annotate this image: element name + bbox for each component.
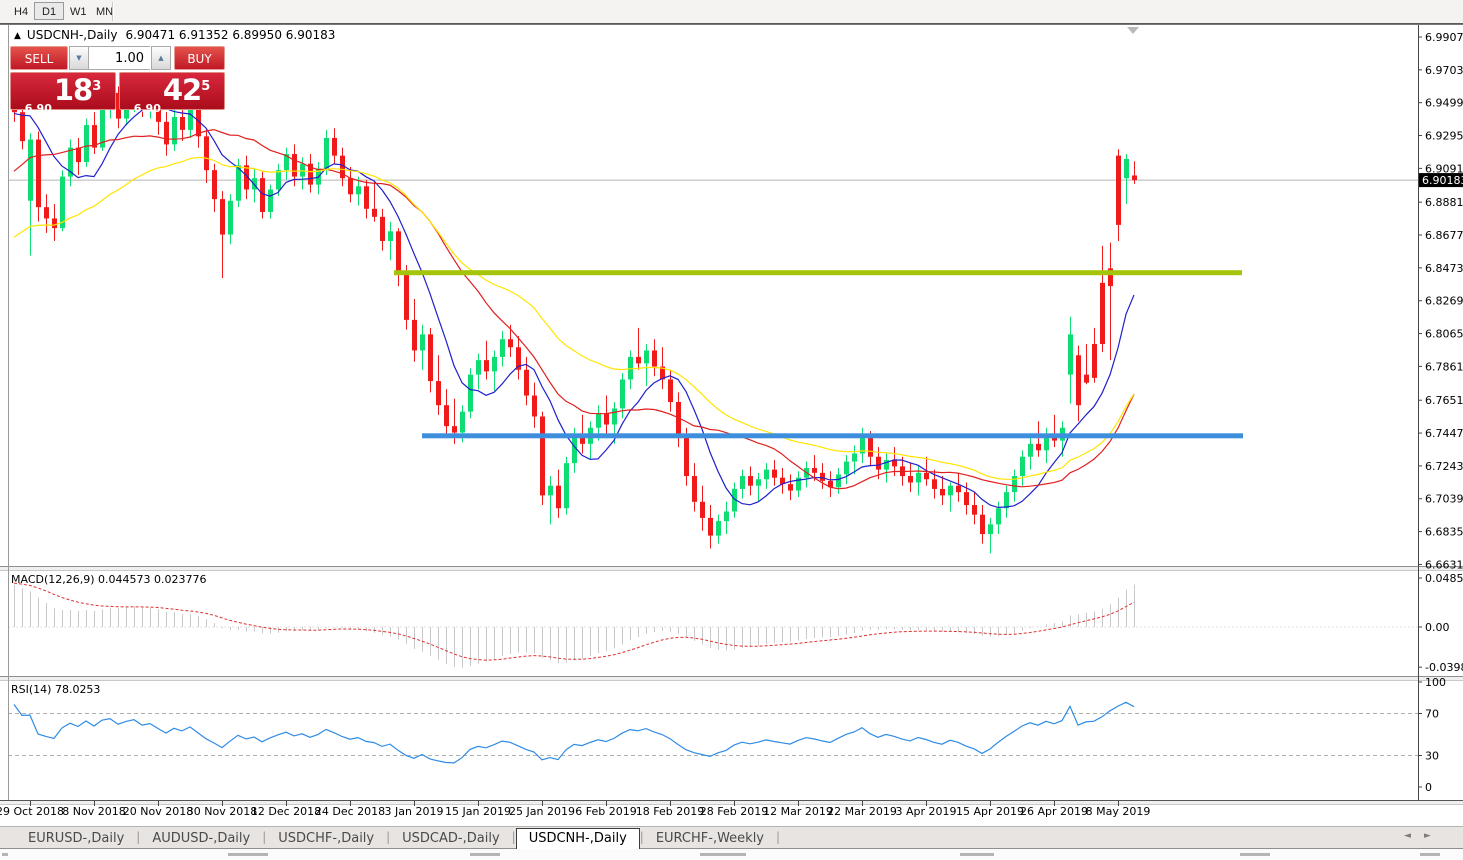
background-window-artifact [1420,853,1440,856]
volume-increase-icon[interactable]: ▲ [151,46,171,70]
background-window-artifact [228,853,268,856]
tab-eurchf-weekly[interactable]: EURCHF-,Weekly [644,829,776,848]
date-axis-label: 6 Feb 2019 [575,805,636,818]
date-axis-label: 20 Nov 2018 [123,805,193,818]
tabs-scroll-right-icon[interactable]: ► [1424,831,1431,841]
date-axis-label: 8 May 2019 [1086,805,1151,818]
chart-direction-up-icon: ▲ [14,31,21,41]
sell-price-display[interactable]: 6.90183 [10,72,116,110]
background-window-artifact [470,853,500,856]
svg-text:6.68350: 6.68350 [1425,526,1463,539]
svg-text:0.048594: 0.048594 [1425,572,1463,585]
buy-price-display[interactable]: 6.90425 [119,72,225,110]
timeframe-toolbar: H4 D1 W1 MN [0,0,1463,24]
svg-text:0.00: 0.00 [1425,621,1450,634]
chart-tabs: EURUSD-,Daily | AUDUSD-,Daily | USDCHF-,… [16,827,780,849]
svg-text:6.88810: 6.88810 [1425,196,1463,209]
tab-divider: | [776,830,780,844]
date-axis-label: 24 Dec 2018 [315,805,385,818]
svg-text:100: 100 [1425,676,1446,689]
date-axis-label: 22 Mar 2019 [827,805,897,818]
background-window-artifact [700,853,746,856]
svg-text:6.90183: 6.90183 [1422,174,1463,187]
date-axis-label: 28 Feb 2019 [700,805,768,818]
background-window-artifact [1240,853,1270,856]
date-axis-label: 3 Jan 2019 [385,805,444,818]
one-click-trade-panel: SELL ▼ ▲ BUY 6.90183 6.90425 [10,46,225,110]
svg-text:6.82690: 6.82690 [1425,295,1463,308]
volume-input[interactable] [89,46,150,70]
date-axis-label: 30 Nov 2018 [187,805,257,818]
timeframe-button-h4[interactable]: H4 [6,2,36,20]
sell-price-pips: 18 [54,73,92,107]
svg-text:6.72430: 6.72430 [1425,460,1463,473]
svg-text:6.74470: 6.74470 [1425,427,1463,440]
svg-text:6.90910: 6.90910 [1425,162,1463,175]
macd-indicator-label: MACD(12,26,9) 0.044573 0.023776 [11,573,207,586]
tabs-scroll-left-icon[interactable]: ◄ [1404,831,1411,841]
volume-decrease-icon[interactable]: ▼ [69,46,89,70]
svg-text:6.86770: 6.86770 [1425,229,1463,242]
tab-usdchf-daily[interactable]: USDCHF-,Daily [266,829,386,848]
date-axis-label: 12 Mar 2019 [763,805,833,818]
timeframe-button-d1[interactable]: D1 [34,2,64,20]
svg-text:6.97030: 6.97030 [1425,64,1463,77]
chart-canvas[interactable]: 6.99070 6.97030 6.94990 6.92950 6.90910 6.888… [0,0,1463,859]
tab-eurusd-daily[interactable]: EURUSD-,Daily [16,829,136,848]
sell-price-point: 3 [92,79,101,94]
date-axis-label: 8 Nov 2018 [62,805,125,818]
buy-price-point: 5 [201,79,210,94]
tab-audusd-daily[interactable]: AUDUSD-,Daily [140,829,262,848]
date-axis-label: 25 Jan 2019 [509,805,575,818]
rsi-indicator-label: RSI(14) 78.0253 [11,683,100,696]
tab-usdcad-daily[interactable]: USDCAD-,Daily [390,829,511,848]
chart-title: ▲ USDCNH-,Daily 6.90471 6.91352 6.89950 6.… [14,28,335,42]
date-axis-label: 18 Feb 2019 [636,805,704,818]
chart-ohlc-values: 6.90471 6.91352 6.89950 6.90183 [125,28,335,42]
buy-price-prefix: 6.90 [134,102,161,115]
toolbar-separator [112,2,114,21]
buy-button[interactable]: BUY [174,46,225,70]
svg-text:0: 0 [1425,781,1432,794]
date-axis-label: 15 Apr 2019 [956,805,1024,818]
mt4-window: 6.99070 6.97030 6.94990 6.92950 6.90910 6.888… [0,0,1463,859]
svg-text:6.80650: 6.80650 [1425,328,1463,341]
svg-text:6.94990: 6.94990 [1425,97,1463,110]
svg-text:70: 70 [1425,708,1439,721]
date-axis-label: 3 Apr 2019 [895,805,956,818]
background-window-artifact [2,853,8,856]
svg-text:-0.039856: -0.039856 [1425,661,1463,674]
svg-text:6.78610: 6.78610 [1425,360,1463,373]
sell-price-prefix: 6.90 [25,102,52,115]
chart-symbol-label: USDCNH-,Daily [27,28,118,42]
svg-text:6.92950: 6.92950 [1425,130,1463,143]
svg-text:6.70390: 6.70390 [1425,493,1463,506]
svg-text:6.99070: 6.99070 [1425,31,1463,44]
date-axis[interactable]: 29 Oct 20188 Nov 201820 Nov 201830 Nov 2… [0,803,1463,823]
date-axis-label: 15 Jan 2019 [445,805,511,818]
tab-usdcnh-daily[interactable]: USDCNH-,Daily [516,828,640,849]
chart-tab-bar: EURUSD-,Daily | AUDUSD-,Daily | USDCHF-,… [0,826,1463,848]
buy-price-pips: 42 [163,73,201,107]
scroll-to-end-icon[interactable] [1127,27,1139,34]
sell-button[interactable]: SELL [10,46,68,70]
svg-text:30: 30 [1425,750,1439,763]
date-axis-label: 26 Apr 2019 [1020,805,1088,818]
svg-text:6.76510: 6.76510 [1425,394,1463,407]
svg-text:6.84730: 6.84730 [1425,262,1463,275]
svg-text:6.66310: 6.66310 [1425,558,1463,571]
background-window-strip [0,848,1463,860]
date-axis-label: 12 Dec 2018 [251,805,321,818]
timeframe-button-mn[interactable]: MN [88,2,121,20]
background-window-artifact [960,853,994,856]
date-axis-label: 29 Oct 2018 [0,805,64,818]
